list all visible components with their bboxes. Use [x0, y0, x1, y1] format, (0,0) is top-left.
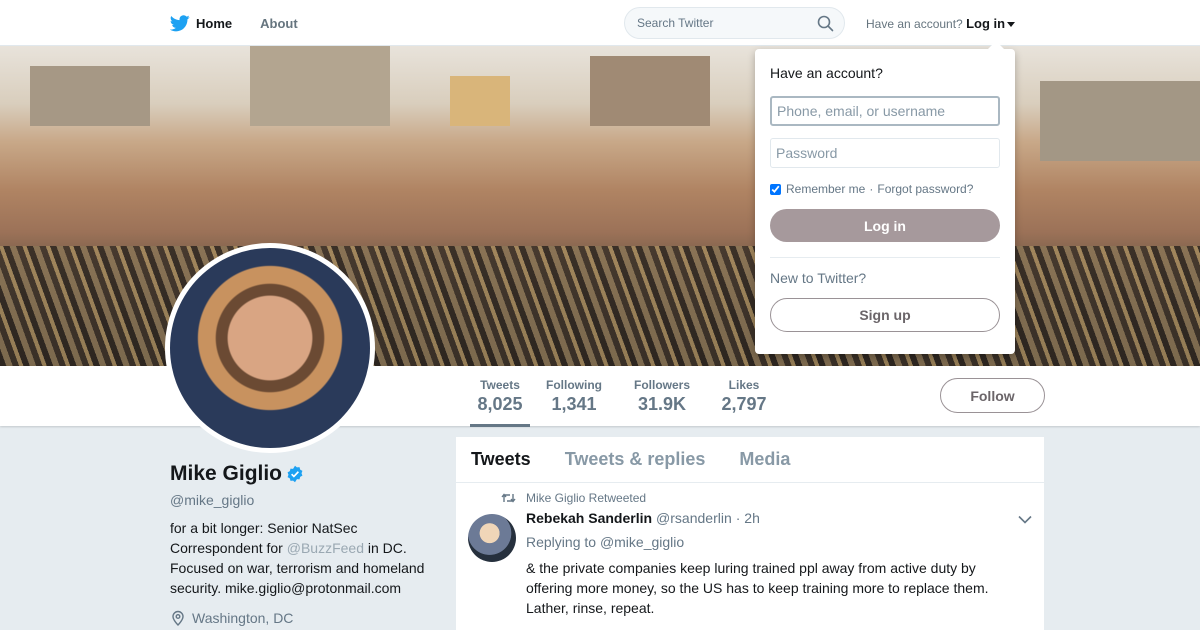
stat-followers[interactable]: Followers 31.9K	[632, 378, 692, 415]
stat-value: 1,341	[551, 394, 597, 414]
tab-tweets[interactable]: Tweets	[471, 449, 531, 470]
stat-value: 31.9K	[637, 394, 687, 414]
stat-tweets[interactable]: Tweets 8,025	[470, 378, 530, 427]
profile-info: Mike Giglio @mike_giglio for a bit longe…	[170, 462, 440, 626]
login-dropdown-title: Have an account?	[770, 65, 883, 81]
top-nav: Home About Have an account? Log in	[0, 0, 1200, 46]
bio-mention-link[interactable]: @BuzzFeed	[287, 540, 364, 556]
tweet-author-avatar[interactable]	[468, 514, 516, 562]
caret-down-icon	[1007, 22, 1016, 28]
location-pin-icon	[172, 610, 184, 626]
new-to-twitter-text: New to Twitter?	[770, 270, 867, 286]
profile-handle[interactable]: @mike_giglio	[170, 492, 440, 508]
stat-following[interactable]: Following 1,341	[545, 378, 603, 415]
tweet-text: & the private companies keep luring trai…	[526, 560, 989, 616]
nav-left: Home About	[170, 0, 326, 46]
follow-button[interactable]: Follow	[940, 378, 1045, 413]
banner-building	[30, 66, 150, 126]
tweet-header: Rebekah Sanderlin @rsanderlin · 2h	[526, 510, 1029, 526]
location-text: Washington, DC	[192, 610, 294, 626]
forgot-password-link[interactable]: Forgot password?	[877, 182, 973, 196]
search-icon[interactable]	[817, 15, 834, 32]
tweet[interactable]: Mike Giglio Retweeted Rebekah Sanderlin …	[456, 483, 1044, 618]
account-area: Have an account? Log in	[866, 16, 1016, 31]
profile-location: Washington, DC	[170, 610, 440, 626]
retweet-icon	[501, 493, 516, 503]
tab-tweets-replies[interactable]: Tweets & replies	[565, 449, 706, 470]
profile-name[interactable]: Mike Giglio	[170, 462, 282, 486]
nav-about[interactable]: About	[260, 16, 298, 31]
username-input[interactable]	[770, 96, 1000, 126]
tweet-reply-context: Replying to @mike_giglio	[526, 534, 1029, 550]
login-link-label: Log in	[966, 16, 1006, 31]
login-button[interactable]: Log in	[770, 209, 1000, 242]
search-input[interactable]	[625, 8, 805, 38]
timeline-tabs: Tweets Tweets & replies Media	[456, 437, 1044, 483]
signup-button[interactable]: Sign up	[770, 298, 1000, 332]
remember-label[interactable]: Remember me	[786, 182, 865, 196]
tab-media[interactable]: Media	[739, 449, 790, 470]
nav-about-label: About	[260, 15, 298, 31]
stat-value: 8,025	[477, 394, 523, 414]
banner-building	[590, 56, 710, 126]
stat-label: Likes	[728, 378, 760, 392]
dropdown-divider	[770, 257, 1000, 258]
stat-label: Following	[546, 378, 602, 392]
avatar-photo	[170, 248, 370, 448]
tweet-timestamp[interactable]: · 2h	[736, 510, 760, 526]
banner-building	[1040, 81, 1200, 161]
remember-checkbox[interactable]	[770, 183, 781, 195]
tweet-author-handle[interactable]: @rsanderlin	[656, 510, 732, 526]
profile-bio: for a bit longer: Senior NatSec Correspo…	[170, 518, 440, 598]
chevron-down-icon[interactable]	[1018, 515, 1032, 524]
stat-label: Followers	[633, 378, 690, 392]
remember-row: Remember me · Forgot password?	[770, 182, 1000, 196]
nav-home[interactable]: Home	[170, 14, 233, 32]
tweet-author-name[interactable]: Rebekah Sanderlin	[526, 510, 652, 526]
account-prompt: Have an account?	[866, 17, 963, 31]
verified-badge-icon	[287, 465, 303, 483]
login-dropdown: Have an account? Remember me · Forgot pa…	[755, 41, 1015, 354]
nav-home-label: Home	[196, 15, 233, 31]
password-input[interactable]	[770, 138, 1000, 168]
dropdown-arrow	[988, 41, 1004, 49]
stat-label: Tweets	[480, 378, 520, 392]
profile-name-row: Mike Giglio	[170, 462, 440, 486]
banner-building	[250, 46, 390, 126]
separator-dot: ·	[869, 182, 874, 196]
login-dropdown-toggle[interactable]: Log in	[966, 16, 1016, 31]
banner-building	[450, 76, 510, 126]
timeline: Tweets Tweets & replies Media Mike Gigli…	[456, 437, 1044, 630]
reply-prefix: Replying to	[526, 534, 597, 550]
twitter-bird-icon	[170, 14, 190, 31]
retweet-context: Mike Giglio Retweeted	[526, 491, 647, 505]
stat-value: 2,797	[721, 394, 767, 414]
reply-mention-link[interactable]: @mike_giglio	[600, 534, 684, 550]
profile-avatar[interactable]	[165, 243, 375, 453]
stat-likes[interactable]: Likes 2,797	[720, 378, 768, 415]
search-box[interactable]	[624, 7, 845, 39]
